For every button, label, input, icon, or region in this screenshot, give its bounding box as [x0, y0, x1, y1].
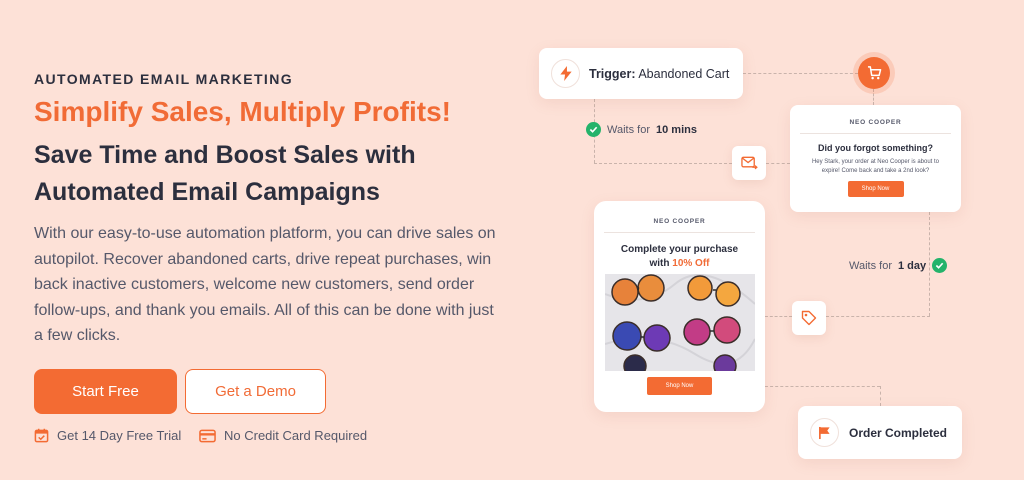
- email-body: Hey Stark, your order at Neo Cooper is a…: [811, 159, 940, 174]
- email-shop-now-button[interactable]: Shop Now: [847, 181, 904, 197]
- email-discount: 10% Off: [672, 258, 710, 269]
- connector-line: [594, 163, 732, 164]
- wait-step-2: Waits for 1 day: [849, 258, 948, 273]
- email-title: Complete your purchase with 10% Off: [615, 243, 745, 271]
- connector-line: [766, 163, 790, 164]
- start-free-button[interactable]: Start Free: [34, 369, 177, 414]
- wait-prefix: Waits for: [607, 123, 650, 136]
- email-brand: NEO COOPER: [849, 119, 902, 126]
- divider: [604, 232, 755, 233]
- get-demo-button[interactable]: Get a Demo: [185, 369, 326, 414]
- perk-label: Get 14 Day Free Trial: [57, 428, 182, 443]
- connector-line: [765, 386, 880, 387]
- cart-icon: [858, 57, 890, 89]
- order-completed-label: Order Completed: [849, 425, 948, 440]
- hero-headline: Simplify Sales, Multiply Profits!: [34, 96, 451, 127]
- flag-icon: [810, 418, 839, 447]
- trigger-text: Trigger: Abandoned Cart: [589, 67, 729, 81]
- hero-eyebrow: AUTOMATED EMAIL MARKETING: [34, 71, 293, 87]
- check-icon: [932, 258, 948, 273]
- calendar-check-icon: [34, 428, 49, 443]
- wait-value: 1 day: [898, 259, 927, 272]
- reminder-email-card: NEO COOPER Did you forgot something? Hey…: [790, 105, 961, 212]
- tag-icon: [792, 301, 826, 335]
- trigger-label: Trigger:: [589, 66, 636, 81]
- email-title: Did you forgot something?: [818, 143, 933, 153]
- perk-label: No Credit Card Required: [224, 428, 368, 443]
- email-shop-now-button[interactable]: Shop Now: [647, 377, 712, 395]
- order-completed-card[interactable]: Order Completed: [798, 406, 962, 459]
- connector-line: [873, 89, 874, 105]
- trigger-value: Abandoned Cart: [638, 66, 730, 81]
- connector-line: [880, 386, 881, 406]
- wait-step-1: Waits for 10 mins: [586, 122, 697, 137]
- divider: [800, 133, 951, 134]
- connector-line: [765, 316, 792, 317]
- check-icon: [586, 122, 601, 137]
- sunglasses-image: [605, 274, 755, 371]
- wait-value: 10 mins: [656, 123, 697, 136]
- email-forward-icon: [732, 146, 766, 180]
- wait-prefix: Waits for: [849, 259, 892, 272]
- discount-email-card: NEO COOPER Complete your purchase with 1…: [594, 201, 765, 412]
- credit-card-icon: [199, 429, 216, 443]
- hero-subhead: Save Time and Boost Sales with Automated…: [34, 141, 416, 206]
- lightning-icon: [551, 59, 580, 88]
- hero-description: With our easy-to-use automation platform…: [34, 225, 496, 344]
- perk-no-card: No Credit Card Required: [199, 428, 367, 443]
- perk-free-trial: Get 14 Day Free Trial: [34, 428, 181, 443]
- email-brand: NEO COOPER: [653, 218, 706, 225]
- connector-line: [826, 316, 930, 317]
- connector-line: [743, 73, 858, 74]
- trigger-card[interactable]: Trigger: Abandoned Cart: [539, 48, 743, 99]
